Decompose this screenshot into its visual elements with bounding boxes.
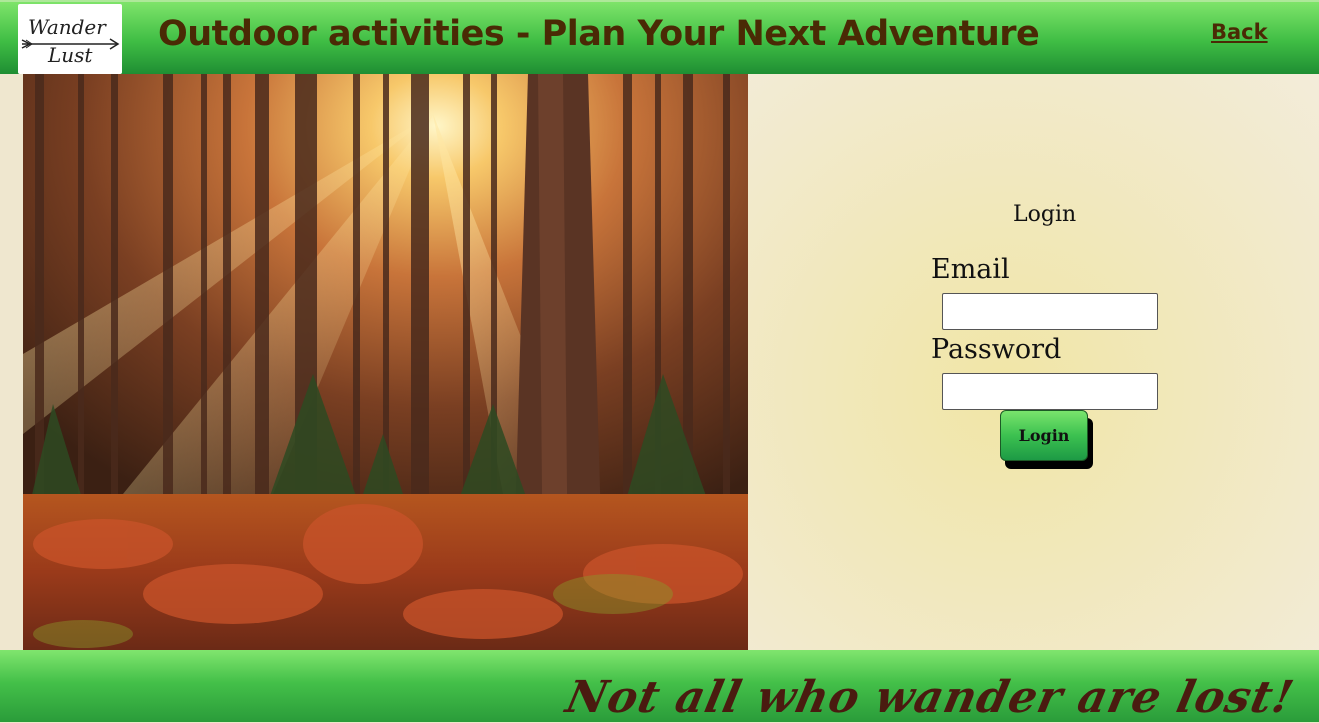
footer-tagline: Not all who wander are lost! bbox=[561, 672, 1299, 723]
password-field[interactable] bbox=[942, 373, 1158, 410]
login-button[interactable]: Login bbox=[1000, 410, 1088, 461]
password-label: Password bbox=[931, 334, 1062, 365]
login-heading: Login bbox=[1013, 202, 1077, 227]
site-header: Wander Lust Outdoor activities - Plan Yo… bbox=[0, 0, 1319, 74]
email-label: Email bbox=[931, 254, 1010, 285]
left-margin bbox=[0, 74, 23, 650]
email-field[interactable] bbox=[942, 293, 1158, 330]
wanderlust-logo[interactable]: Wander Lust bbox=[18, 4, 122, 74]
back-link[interactable]: Back bbox=[1211, 20, 1268, 44]
svg-text:Wander: Wander bbox=[28, 15, 107, 39]
page-title: Outdoor activities - Plan Your Next Adve… bbox=[158, 14, 1040, 54]
logo-graphic: Wander Lust bbox=[21, 15, 120, 67]
forest-photo bbox=[23, 74, 748, 650]
svg-text:Lust: Lust bbox=[47, 43, 93, 67]
forest-image bbox=[23, 74, 748, 650]
